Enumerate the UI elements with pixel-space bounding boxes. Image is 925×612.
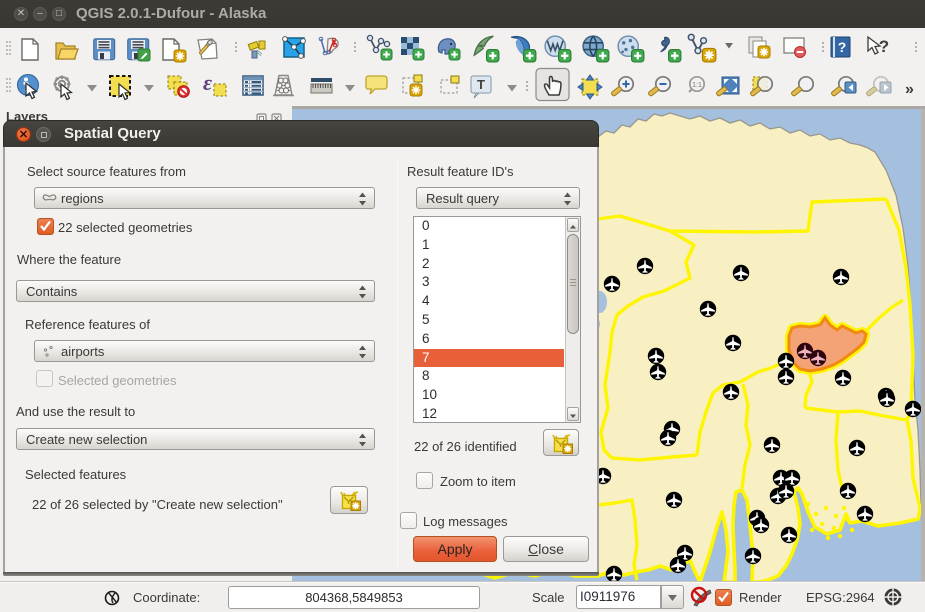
svg-text:1:1: 1:1 (692, 82, 702, 89)
svg-text:»: » (905, 81, 914, 98)
svg-text:ε: ε (203, 70, 212, 95)
svg-text:T: T (477, 77, 485, 92)
svg-text:?: ? (879, 37, 889, 56)
svg-text:?: ? (838, 39, 847, 55)
